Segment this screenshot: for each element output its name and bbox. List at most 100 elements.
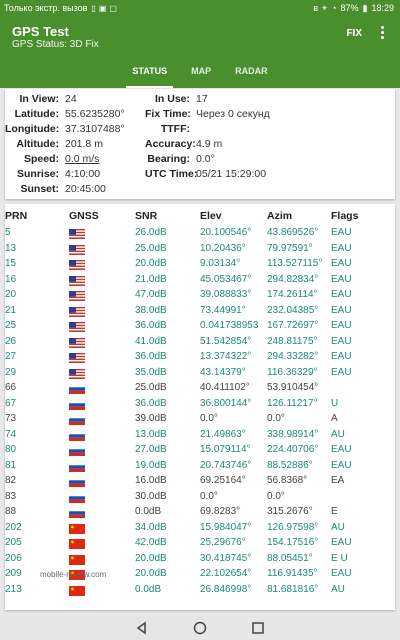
satellite-row: 74 13.0dB 21.49863° 338.98914° AU [5, 428, 395, 444]
accuracy-row: Accuracy:4.9 m [145, 138, 222, 150]
recents-icon[interactable] [249, 619, 267, 637]
cell-elev: 69.25164° [200, 475, 246, 486]
satellite-row: 88 0.0dB 69.8283° 315.2676° E [5, 505, 395, 521]
cell-snr: 36.0dB [135, 397, 167, 409]
cell-azim: 154.17516° [267, 537, 319, 548]
tab-radar[interactable]: RADAR [223, 62, 280, 88]
satellite-row: 81 19.0dB 20.743746° 88.52886° EAU [5, 459, 395, 475]
screenshot-icon: ▢ [109, 3, 117, 13]
ru-flag-icon [69, 477, 85, 487]
latitude-label: Latitude: [14, 108, 59, 120]
cell-snr: 47.0dB [135, 289, 167, 300]
cell-snr: 20.0dB [135, 258, 167, 269]
cell-snr: 36.0dB [135, 320, 167, 331]
cell-azim: 116.91435° [267, 568, 318, 579]
cell-azim: 0.0° [267, 490, 285, 502]
cell-flags: EAU [331, 459, 352, 471]
home-icon[interactable] [191, 619, 209, 637]
cell-snr: 38.0dB [135, 304, 167, 316]
navigation-bar [0, 616, 400, 640]
cell-elev: 73.44991° [200, 304, 246, 316]
cell-prn: 82 [5, 475, 17, 486]
us-flag-icon [69, 368, 85, 379]
cell-elev: 25.29676° [200, 537, 246, 548]
cell-flags: AU [331, 428, 345, 440]
cell-snr: 0.0dB [135, 506, 162, 517]
us-flag-icon [69, 322, 85, 332]
latitude-row: Latitude: 55.6235280° [5, 108, 125, 120]
cell-elev: 10.20436° [200, 242, 246, 254]
satellite-row: 82 16.0dB 69.25164° 56.8368° EA [5, 474, 395, 490]
watermark-text: mobile-review.com [40, 570, 107, 579]
cell-flags: EAU [331, 366, 352, 378]
cell-prn: 5 [5, 227, 11, 238]
cell-prn: 21 [5, 304, 17, 316]
cell-flags: EAU [331, 273, 352, 285]
cell-snr: 35.0dB [135, 366, 167, 378]
satellite-row: 67 36.0dB 36.800144° 126.11217° U [5, 397, 395, 413]
accuracy-value: 4.9 m [196, 138, 223, 150]
satellite-row: 15 20.0dB 9.03134° 113.527115° EAU [5, 257, 395, 273]
sunset-value: 20:45:00 [65, 183, 106, 195]
cell-snr: 30.0dB [135, 490, 167, 502]
in-use-row: In Use: 17 [145, 93, 208, 105]
cell-prn: 88 [5, 506, 17, 517]
tab-bar: STATUS MAP RADAR [0, 62, 400, 88]
satellite-row: 213 0.0dB 26.846998° 81.681816° AU [5, 583, 395, 599]
status-info-card: In View: 24 In Use: 17 Latitude: 55.6235280… [5, 89, 395, 199]
bearing-value: 0.0° [196, 153, 215, 165]
accuracy-label: Accuracy: [145, 138, 196, 150]
in-use-value: 17 [196, 93, 208, 105]
cell-snr: 41.0dB [135, 335, 167, 347]
altitude-label: Altitude: [16, 138, 59, 150]
cell-elev: 0.0° [200, 490, 218, 502]
satellite-row: 83 30.0dB 0.0° 0.0° [5, 490, 395, 506]
us-flag-icon [69, 275, 85, 286]
cell-azim: 248.81175° [267, 335, 318, 347]
cell-snr: 13.0dB [135, 428, 167, 440]
cell-elev: 21.49863° [200, 428, 246, 440]
satellite-row: 29 35.0dB 43.14379° 116.36329° EAU [5, 366, 395, 382]
cell-flags: AU [331, 583, 345, 595]
cell-elev: 45.053467° [200, 273, 252, 285]
cell-flags: EAU [331, 320, 352, 331]
tab-map[interactable]: MAP [179, 62, 223, 88]
satellite-row: 16 21.0dB 45.053467° 294.82834° EAU [5, 273, 395, 289]
cell-prn: 67 [5, 397, 17, 409]
fix-button[interactable]: FIX [346, 28, 362, 39]
cell-azim: 126.11217° [267, 397, 318, 409]
ttff-row: TTFF: [145, 123, 196, 135]
header-gnss: GNSS [69, 210, 99, 222]
cell-prn: 73 [5, 413, 17, 424]
satellite-row: 206 20.0dB 30.418745° 88.05451° E U [5, 552, 395, 568]
cell-elev: 9.03134° [200, 258, 241, 269]
bearing-row: Bearing: 0.0° [145, 153, 215, 165]
cell-snr: 39.0dB [135, 413, 167, 424]
header-snr: SNR [135, 210, 158, 222]
satellite-table[interactable]: PRN GNSS SNR Elev Azim Flags 5 26.0dB 20.1… [5, 204, 395, 610]
in-view-label: In View: [19, 93, 59, 105]
tab-status[interactable]: STATUS [120, 62, 179, 88]
sunrise-label: Sunrise: [16, 168, 59, 180]
utc-row: UTC Time:05/21 15:29:00 [145, 168, 266, 180]
satellite-row: 66 25.0dB 40.411102° 53.910454° [5, 381, 395, 397]
cell-snr: 36.0dB [135, 351, 167, 362]
cell-prn: 213 [5, 583, 22, 595]
cell-azim: 53.910454° [267, 382, 319, 393]
location-icon: ⌖ [321, 2, 328, 13]
cell-azim: 0.0° [267, 413, 285, 424]
fix-time-row: Fix Time: Через 0 секунд [145, 108, 270, 120]
battery-icon: ▮ [362, 2, 368, 13]
cell-azim: 315.2676° [267, 506, 313, 517]
cell-azim: 43.869526° [267, 227, 319, 238]
satellite-row: 13 25.0dB 10.20436° 79.97591° EAU [5, 242, 395, 258]
satellite-row: 205 42.0dB 25.29676° 154.17516° EAU [5, 536, 395, 552]
back-icon[interactable] [133, 619, 151, 637]
more-options-icon[interactable] [376, 24, 388, 40]
cell-azim: 338.98914° [267, 428, 319, 440]
sunrise-row: Sunrise: 4:10:00 [5, 168, 100, 180]
image-icon: ▣ [98, 3, 107, 13]
bearing-label: Bearing: [147, 153, 190, 165]
cell-flags: EAU [331, 289, 352, 300]
cell-snr: 42.0dB [135, 537, 167, 548]
